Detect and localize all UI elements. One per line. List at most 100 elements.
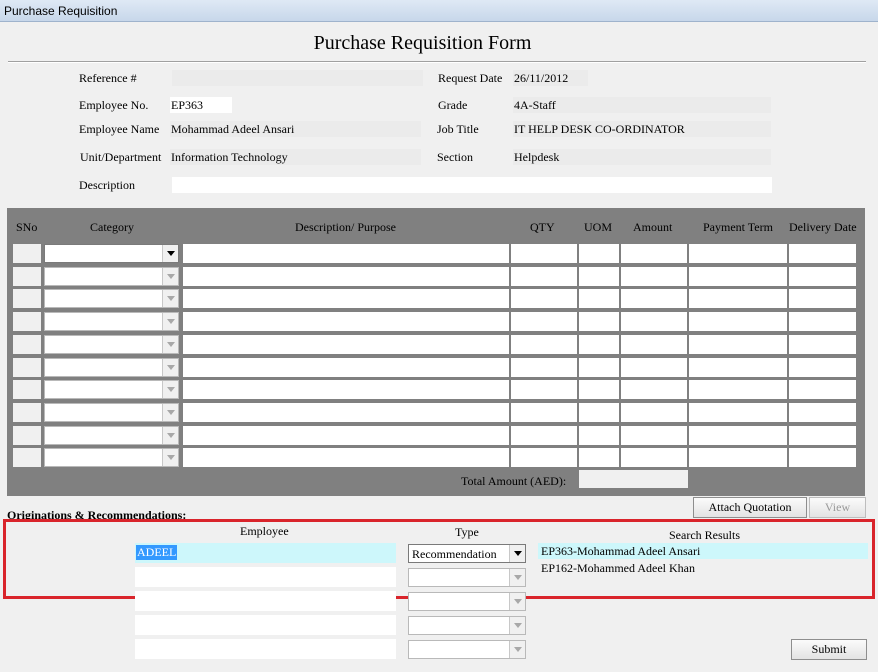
- delivery-date-cell[interactable]: [789, 426, 856, 445]
- employee-input-2[interactable]: [135, 567, 396, 587]
- dropdown-arrow-icon[interactable]: [162, 268, 178, 285]
- category-select[interactable]: [44, 244, 179, 263]
- dropdown-arrow-icon[interactable]: [162, 427, 178, 444]
- payment-term-cell[interactable]: [689, 448, 787, 467]
- delivery-date-cell[interactable]: [789, 312, 856, 331]
- employee-search-input[interactable]: ADEEL: [135, 543, 396, 563]
- employee-name-field[interactable]: Mohammad Adeel Ansari: [170, 121, 421, 137]
- qty-cell[interactable]: [511, 358, 577, 377]
- delivery-date-cell[interactable]: [789, 358, 856, 377]
- delivery-date-cell[interactable]: [789, 244, 856, 263]
- description-field[interactable]: [172, 177, 772, 193]
- section-field[interactable]: Helpdesk: [513, 149, 771, 165]
- reference-field[interactable]: [172, 70, 423, 86]
- qty-cell[interactable]: [511, 380, 577, 399]
- qty-cell[interactable]: [511, 448, 577, 467]
- employee-input-3[interactable]: [135, 591, 396, 611]
- description-cell[interactable]: [183, 358, 509, 377]
- dropdown-arrow-icon[interactable]: [162, 404, 178, 421]
- category-select[interactable]: [44, 358, 179, 377]
- category-select[interactable]: [44, 312, 179, 331]
- category-select[interactable]: [44, 289, 179, 308]
- uom-cell[interactable]: [579, 312, 619, 331]
- description-cell[interactable]: [183, 335, 509, 354]
- category-select[interactable]: [44, 426, 179, 445]
- uom-cell[interactable]: [579, 335, 619, 354]
- amount-cell[interactable]: [621, 358, 687, 377]
- amount-cell[interactable]: [621, 448, 687, 467]
- employee-input-5[interactable]: [135, 639, 396, 659]
- dropdown-arrow-icon[interactable]: [509, 617, 525, 634]
- description-cell[interactable]: [183, 244, 509, 263]
- amount-cell[interactable]: [621, 244, 687, 263]
- description-cell[interactable]: [183, 403, 509, 422]
- description-cell[interactable]: [183, 380, 509, 399]
- delivery-date-cell[interactable]: [789, 335, 856, 354]
- dropdown-arrow-icon[interactable]: [162, 290, 178, 307]
- unit-department-field[interactable]: Information Technology: [170, 149, 421, 165]
- uom-cell[interactable]: [579, 358, 619, 377]
- qty-cell[interactable]: [511, 426, 577, 445]
- delivery-date-cell[interactable]: [789, 403, 856, 422]
- type-select-2[interactable]: [408, 568, 526, 587]
- category-select[interactable]: [44, 403, 179, 422]
- uom-cell[interactable]: [579, 448, 619, 467]
- submit-button[interactable]: Submit: [791, 639, 867, 660]
- category-select[interactable]: [44, 267, 179, 286]
- attach-quotation-button[interactable]: Attach Quotation: [693, 497, 807, 518]
- description-cell[interactable]: [183, 267, 509, 286]
- uom-cell[interactable]: [579, 426, 619, 445]
- dropdown-arrow-icon[interactable]: [162, 245, 178, 262]
- payment-term-cell[interactable]: [689, 426, 787, 445]
- payment-term-cell[interactable]: [689, 403, 787, 422]
- view-button[interactable]: View: [809, 497, 866, 518]
- uom-cell[interactable]: [579, 267, 619, 286]
- description-cell[interactable]: [183, 312, 509, 331]
- uom-cell[interactable]: [579, 289, 619, 308]
- dropdown-arrow-icon[interactable]: [162, 381, 178, 398]
- search-result-item[interactable]: EP363-Mohammad Adeel Ansari: [538, 543, 868, 559]
- payment-term-cell[interactable]: [689, 312, 787, 331]
- delivery-date-cell[interactable]: [789, 267, 856, 286]
- category-select[interactable]: [44, 448, 179, 467]
- qty-cell[interactable]: [511, 312, 577, 331]
- description-cell[interactable]: [183, 426, 509, 445]
- amount-cell[interactable]: [621, 289, 687, 308]
- type-select-3[interactable]: [408, 592, 526, 611]
- qty-cell[interactable]: [511, 335, 577, 354]
- qty-cell[interactable]: [511, 267, 577, 286]
- category-select[interactable]: [44, 335, 179, 354]
- payment-term-cell[interactable]: [689, 289, 787, 308]
- employee-input-4[interactable]: [135, 615, 396, 635]
- delivery-date-cell[interactable]: [789, 289, 856, 308]
- uom-cell[interactable]: [579, 244, 619, 263]
- amount-cell[interactable]: [621, 335, 687, 354]
- amount-cell[interactable]: [621, 426, 687, 445]
- amount-cell[interactable]: [621, 403, 687, 422]
- dropdown-arrow-icon[interactable]: [162, 313, 178, 330]
- amount-cell[interactable]: [621, 380, 687, 399]
- type-select-4[interactable]: [408, 616, 526, 635]
- uom-cell[interactable]: [579, 403, 619, 422]
- dropdown-arrow-icon[interactable]: [509, 641, 525, 658]
- search-result-item[interactable]: EP162-Mohammed Adeel Khan: [538, 560, 868, 576]
- qty-cell[interactable]: [511, 289, 577, 308]
- dropdown-arrow-icon[interactable]: [509, 545, 525, 562]
- grade-field[interactable]: 4A-Staff: [513, 97, 771, 113]
- type-select-1[interactable]: Recommendation: [408, 544, 526, 563]
- dropdown-arrow-icon[interactable]: [162, 336, 178, 353]
- amount-cell[interactable]: [621, 312, 687, 331]
- payment-term-cell[interactable]: [689, 244, 787, 263]
- qty-cell[interactable]: [511, 403, 577, 422]
- type-select-5[interactable]: [408, 640, 526, 659]
- payment-term-cell[interactable]: [689, 358, 787, 377]
- request-date-field[interactable]: 26/11/2012: [513, 70, 588, 86]
- dropdown-arrow-icon[interactable]: [162, 449, 178, 466]
- payment-term-cell[interactable]: [689, 335, 787, 354]
- category-select[interactable]: [44, 380, 179, 399]
- dropdown-arrow-icon[interactable]: [162, 359, 178, 376]
- dropdown-arrow-icon[interactable]: [509, 569, 525, 586]
- payment-term-cell[interactable]: [689, 267, 787, 286]
- delivery-date-cell[interactable]: [789, 380, 856, 399]
- amount-cell[interactable]: [621, 267, 687, 286]
